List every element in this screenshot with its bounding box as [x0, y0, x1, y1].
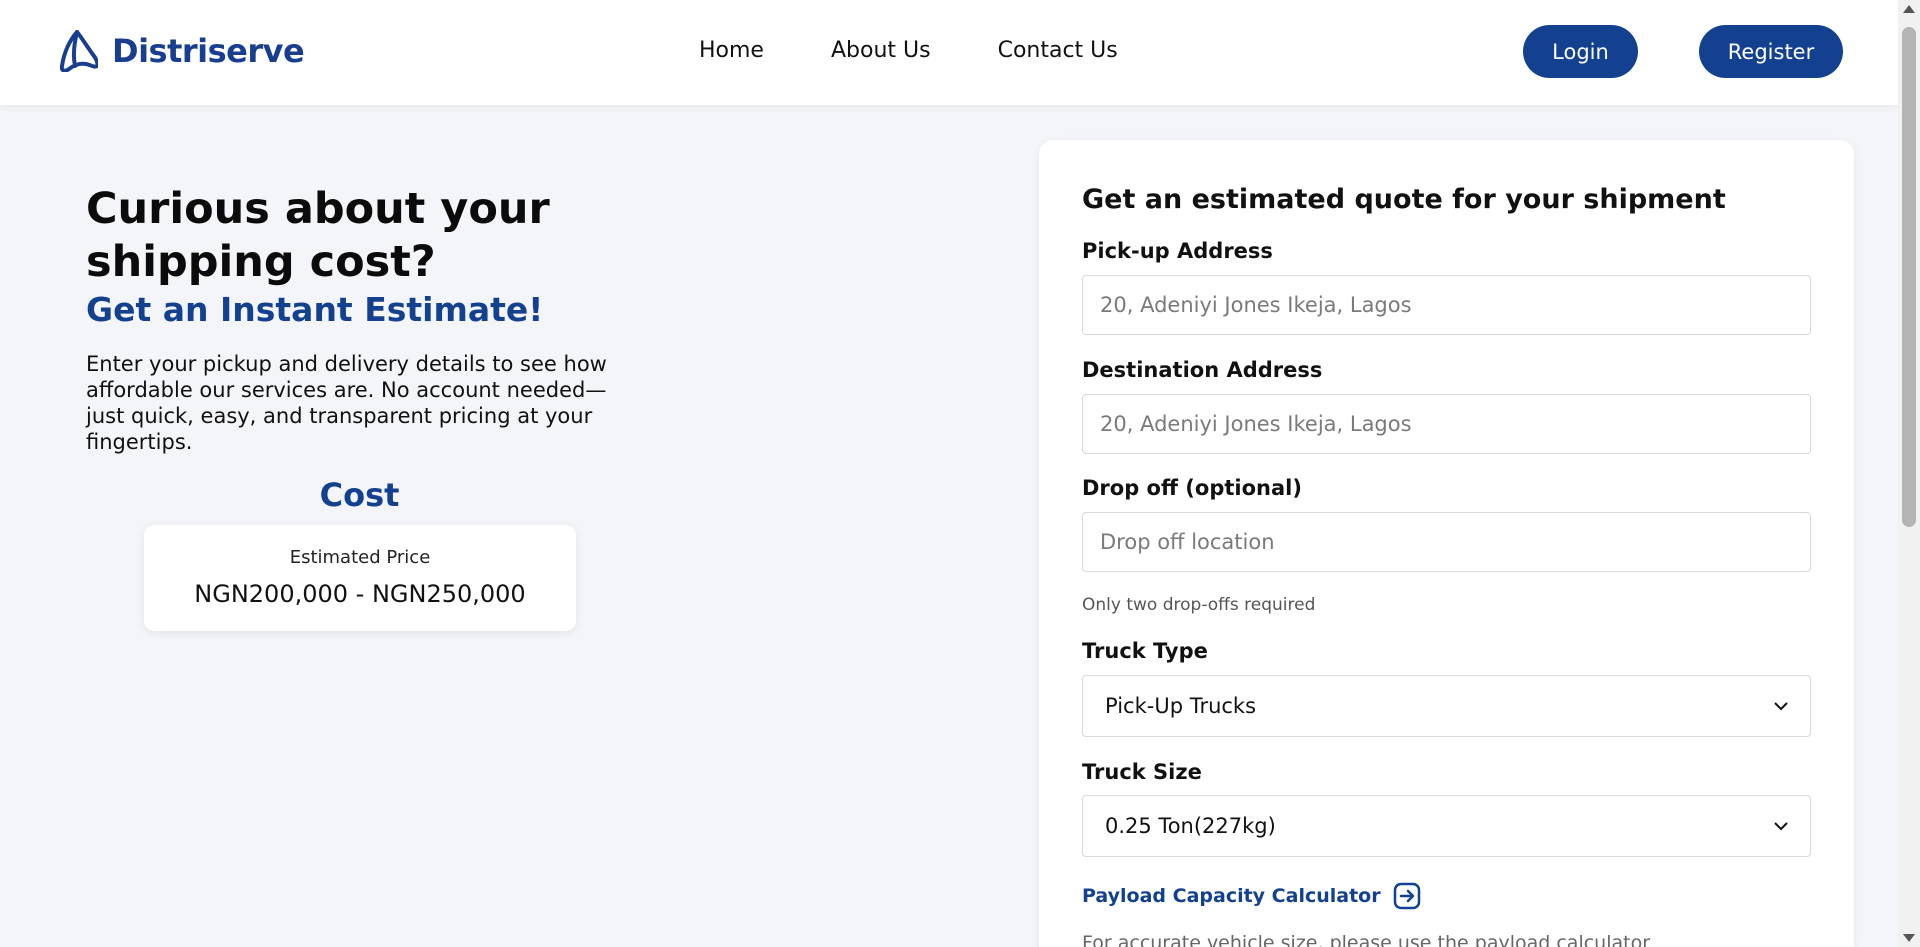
hero-description: Enter your pickup and delivery details t…: [86, 352, 607, 454]
pickup-address-input[interactable]: [1082, 275, 1811, 335]
truck-size-select[interactable]: 0.25 Ton(227kg): [1082, 795, 1811, 857]
hero-subtitle: Get an Instant Estimate!: [86, 290, 544, 329]
scroll-down-arrow-icon[interactable]: [1903, 934, 1915, 942]
truck-type-label: Truck Type: [1082, 639, 1208, 663]
truck-size-label: Truck Size: [1082, 760, 1202, 784]
pickup-label: Pick-up Address: [1082, 239, 1273, 263]
payload-calculator-link[interactable]: Payload Capacity Calculator: [1082, 882, 1421, 910]
truck-size-value: 0.25 Ton(227kg): [1105, 814, 1276, 838]
nav-about-link[interactable]: About Us: [831, 38, 931, 63]
scrollbar-thumb[interactable]: [1902, 27, 1916, 527]
quote-form-card: Get an estimated quote for your shipment…: [1039, 140, 1854, 947]
dropoff-location-input[interactable]: [1082, 512, 1811, 572]
dropoff-label: Drop off (optional): [1082, 476, 1302, 500]
dropoff-hint: Only two drop-offs required: [1082, 595, 1316, 615]
hero-title: Curious about your shipping cost?: [86, 184, 550, 287]
chevron-down-icon: [1774, 821, 1788, 831]
destination-label: Destination Address: [1082, 358, 1323, 382]
cost-heading: Cost: [319, 476, 400, 514]
destination-address-input[interactable]: [1082, 394, 1811, 454]
register-button[interactable]: Register: [1699, 25, 1843, 78]
nav-home-link[interactable]: Home: [699, 38, 764, 63]
estimated-price-label: Estimated Price: [289, 547, 431, 568]
distriserve-logo-icon: [60, 30, 98, 72]
scroll-up-arrow-icon[interactable]: [1903, 5, 1915, 13]
payload-calculator-note: For accurate vehicle size, please use th…: [1082, 932, 1651, 947]
arrow-right-square-icon: [1393, 882, 1421, 910]
estimated-price-card: Estimated Price NGN200,000 - NGN250,000: [144, 525, 576, 631]
chevron-down-icon: [1774, 701, 1788, 711]
truck-type-value: Pick-Up Trucks: [1105, 694, 1257, 718]
main-nav: Home About Us Contact Us: [699, 38, 1118, 63]
site-header: Distriserve Home About Us Contact Us Log…: [0, 0, 1898, 105]
page-scrollbar[interactable]: [1898, 0, 1920, 947]
estimated-price-value: NGN200,000 - NGN250,000: [194, 580, 526, 608]
truck-type-select[interactable]: Pick-Up Trucks: [1082, 675, 1811, 737]
brand-logo[interactable]: Distriserve: [60, 30, 305, 72]
form-title: Get an estimated quote for your shipment: [1082, 184, 1726, 215]
payload-calculator-label: Payload Capacity Calculator: [1082, 885, 1381, 907]
brand-name: Distriserve: [112, 32, 305, 70]
login-button[interactable]: Login: [1523, 25, 1638, 78]
nav-contact-link[interactable]: Contact Us: [998, 38, 1118, 63]
